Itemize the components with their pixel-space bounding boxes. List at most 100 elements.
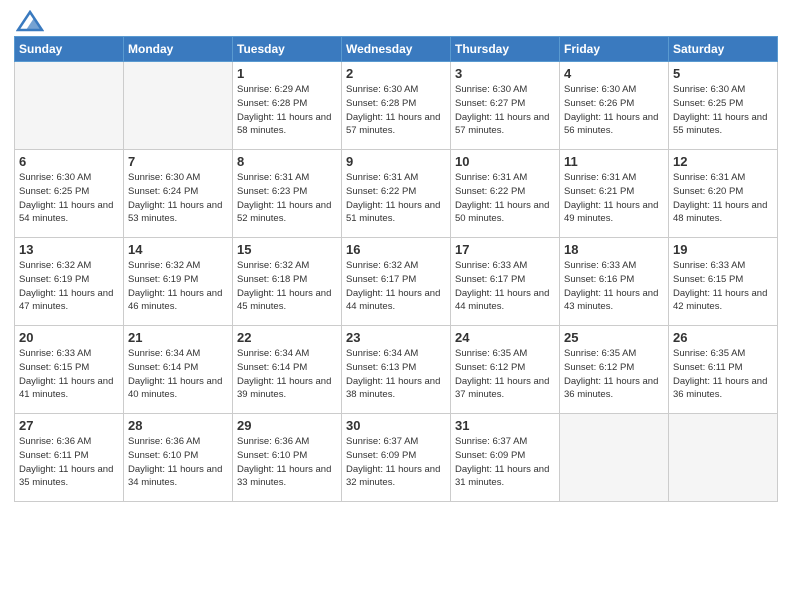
cell-info: Sunrise: 6:34 AMSunset: 6:14 PMDaylight:… [128, 347, 228, 402]
calendar-cell: 5 Sunrise: 6:30 AMSunset: 6:25 PMDaylight… [669, 62, 778, 150]
calendar-week-row: 1 Sunrise: 6:29 AMSunset: 6:28 PMDaylight… [15, 62, 778, 150]
calendar-cell [560, 414, 669, 502]
cell-info: Sunrise: 6:31 AMSunset: 6:23 PMDaylight:… [237, 171, 337, 226]
calendar-cell: 18Sunrise: 6:33 AMSunset: 6:16 PMDayligh… [560, 238, 669, 326]
cell-info: Sunrise: 6:37 AMSunset: 6:09 PMDaylight:… [346, 435, 446, 490]
calendar-cell: 11Sunrise: 6:31 AMSunset: 6:21 PMDayligh… [560, 150, 669, 238]
calendar-cell: 10 Sunrise: 6:31 AMSunset: 6:22 PMDayligh… [451, 150, 560, 238]
day-number: 7 [128, 154, 228, 169]
calendar-cell: 27Sunrise: 6:36 AMSunset: 6:11 PMDayligh… [15, 414, 124, 502]
calendar-cell: 17 Sunrise: 6:33 AMSunset: 6:17 PMDayligh… [451, 238, 560, 326]
calendar-cell: 1 Sunrise: 6:29 AMSunset: 6:28 PMDaylight… [233, 62, 342, 150]
day-number: 11 [564, 154, 664, 169]
day-number: 22 [237, 330, 337, 345]
cell-info: Sunrise: 6:36 AMSunset: 6:10 PMDaylight:… [128, 435, 228, 490]
cell-info: Sunrise: 6:30 AMSunset: 6:26 PMDaylight:… [564, 83, 664, 138]
calendar-cell: 15Sunrise: 6:32 AMSunset: 6:18 PMDayligh… [233, 238, 342, 326]
cell-info: Sunrise: 6:34 AMSunset: 6:14 PMDaylight:… [237, 347, 337, 402]
cell-info: Sunrise: 6:31 AMSunset: 6:22 PMDaylight:… [346, 171, 446, 226]
day-number: 26 [673, 330, 773, 345]
day-number: 24 [455, 330, 555, 345]
cell-info: Sunrise: 6:30 AMSunset: 6:28 PMDaylight:… [346, 83, 446, 138]
logo-icon [16, 10, 44, 32]
calendar-cell: 2 Sunrise: 6:30 AMSunset: 6:28 PMDaylight… [342, 62, 451, 150]
day-number: 9 [346, 154, 446, 169]
day-header-thursday: Thursday [451, 37, 560, 62]
cell-info: Sunrise: 6:32 AMSunset: 6:19 PMDaylight:… [128, 259, 228, 314]
day-header-monday: Monday [124, 37, 233, 62]
day-number: 19 [673, 242, 773, 257]
day-number: 30 [346, 418, 446, 433]
day-number: 8 [237, 154, 337, 169]
day-number: 4 [564, 66, 664, 81]
day-number: 27 [19, 418, 119, 433]
calendar-week-row: 20 Sunrise: 6:33 AMSunset: 6:15 PMDayligh… [15, 326, 778, 414]
cell-info: Sunrise: 6:35 AMSunset: 6:11 PMDaylight:… [673, 347, 773, 402]
day-number: 10 [455, 154, 555, 169]
calendar-cell: 29Sunrise: 6:36 AMSunset: 6:10 PMDayligh… [233, 414, 342, 502]
calendar-cell: 6 Sunrise: 6:30 AMSunset: 6:25 PMDaylight… [15, 150, 124, 238]
day-number: 28 [128, 418, 228, 433]
day-header-saturday: Saturday [669, 37, 778, 62]
calendar-week-row: 6 Sunrise: 6:30 AMSunset: 6:25 PMDaylight… [15, 150, 778, 238]
calendar-table: SundayMondayTuesdayWednesdayThursdayFrid… [14, 36, 778, 502]
cell-info: Sunrise: 6:37 AMSunset: 6:09 PMDaylight:… [455, 435, 555, 490]
cell-info: Sunrise: 6:33 AMSunset: 6:15 PMDaylight:… [673, 259, 773, 314]
cell-info: Sunrise: 6:30 AMSunset: 6:24 PMDaylight:… [128, 171, 228, 226]
day-number: 6 [19, 154, 119, 169]
calendar-cell: 21Sunrise: 6:34 AMSunset: 6:14 PMDayligh… [124, 326, 233, 414]
calendar-cell [669, 414, 778, 502]
cell-info: Sunrise: 6:30 AMSunset: 6:25 PMDaylight:… [19, 171, 119, 226]
calendar-week-row: 13 Sunrise: 6:32 AMSunset: 6:19 PMDayligh… [15, 238, 778, 326]
calendar-cell [124, 62, 233, 150]
calendar-week-row: 27Sunrise: 6:36 AMSunset: 6:11 PMDayligh… [15, 414, 778, 502]
calendar-cell: 8 Sunrise: 6:31 AMSunset: 6:23 PMDaylight… [233, 150, 342, 238]
day-number: 17 [455, 242, 555, 257]
day-number: 16 [346, 242, 446, 257]
day-number: 23 [346, 330, 446, 345]
day-number: 13 [19, 242, 119, 257]
page: SundayMondayTuesdayWednesdayThursdayFrid… [0, 0, 792, 612]
calendar-cell: 28 Sunrise: 6:36 AMSunset: 6:10 PMDayligh… [124, 414, 233, 502]
calendar-cell: 30 Sunrise: 6:37 AMSunset: 6:09 PMDayligh… [342, 414, 451, 502]
day-number: 5 [673, 66, 773, 81]
calendar-cell: 13 Sunrise: 6:32 AMSunset: 6:19 PMDayligh… [15, 238, 124, 326]
day-number: 14 [128, 242, 228, 257]
calendar-cell: 26 Sunrise: 6:35 AMSunset: 6:11 PMDayligh… [669, 326, 778, 414]
cell-info: Sunrise: 6:31 AMSunset: 6:20 PMDaylight:… [673, 171, 773, 226]
cell-info: Sunrise: 6:33 AMSunset: 6:16 PMDaylight:… [564, 259, 664, 314]
cell-info: Sunrise: 6:29 AMSunset: 6:28 PMDaylight:… [237, 83, 337, 138]
day-header-friday: Friday [560, 37, 669, 62]
cell-info: Sunrise: 6:30 AMSunset: 6:25 PMDaylight:… [673, 83, 773, 138]
cell-info: Sunrise: 6:33 AMSunset: 6:15 PMDaylight:… [19, 347, 119, 402]
calendar-cell: 25 Sunrise: 6:35 AMSunset: 6:12 PMDayligh… [560, 326, 669, 414]
calendar-cell: 3 Sunrise: 6:30 AMSunset: 6:27 PMDaylight… [451, 62, 560, 150]
day-number: 20 [19, 330, 119, 345]
header [14, 10, 778, 28]
calendar-cell: 9 Sunrise: 6:31 AMSunset: 6:22 PMDaylight… [342, 150, 451, 238]
day-number: 1 [237, 66, 337, 81]
calendar-cell: 7 Sunrise: 6:30 AMSunset: 6:24 PMDaylight… [124, 150, 233, 238]
day-number: 31 [455, 418, 555, 433]
cell-info: Sunrise: 6:36 AMSunset: 6:10 PMDaylight:… [237, 435, 337, 490]
cell-info: Sunrise: 6:31 AMSunset: 6:22 PMDaylight:… [455, 171, 555, 226]
calendar-cell [15, 62, 124, 150]
calendar-header: SundayMondayTuesdayWednesdayThursdayFrid… [15, 37, 778, 62]
calendar-cell: 20 Sunrise: 6:33 AMSunset: 6:15 PMDayligh… [15, 326, 124, 414]
logo [14, 10, 44, 28]
cell-info: Sunrise: 6:32 AMSunset: 6:17 PMDaylight:… [346, 259, 446, 314]
calendar-cell: 12Sunrise: 6:31 AMSunset: 6:20 PMDayligh… [669, 150, 778, 238]
calendar-body: 1 Sunrise: 6:29 AMSunset: 6:28 PMDaylight… [15, 62, 778, 502]
calendar-cell: 24Sunrise: 6:35 AMSunset: 6:12 PMDayligh… [451, 326, 560, 414]
cell-info: Sunrise: 6:35 AMSunset: 6:12 PMDaylight:… [564, 347, 664, 402]
day-number: 3 [455, 66, 555, 81]
cell-info: Sunrise: 6:33 AMSunset: 6:17 PMDaylight:… [455, 259, 555, 314]
cell-info: Sunrise: 6:30 AMSunset: 6:27 PMDaylight:… [455, 83, 555, 138]
cell-info: Sunrise: 6:32 AMSunset: 6:19 PMDaylight:… [19, 259, 119, 314]
day-number: 2 [346, 66, 446, 81]
day-number: 25 [564, 330, 664, 345]
calendar-cell: 31 Sunrise: 6:37 AMSunset: 6:09 PMDayligh… [451, 414, 560, 502]
header-row: SundayMondayTuesdayWednesdayThursdayFrid… [15, 37, 778, 62]
cell-info: Sunrise: 6:32 AMSunset: 6:18 PMDaylight:… [237, 259, 337, 314]
calendar-cell: 22 Sunrise: 6:34 AMSunset: 6:14 PMDayligh… [233, 326, 342, 414]
